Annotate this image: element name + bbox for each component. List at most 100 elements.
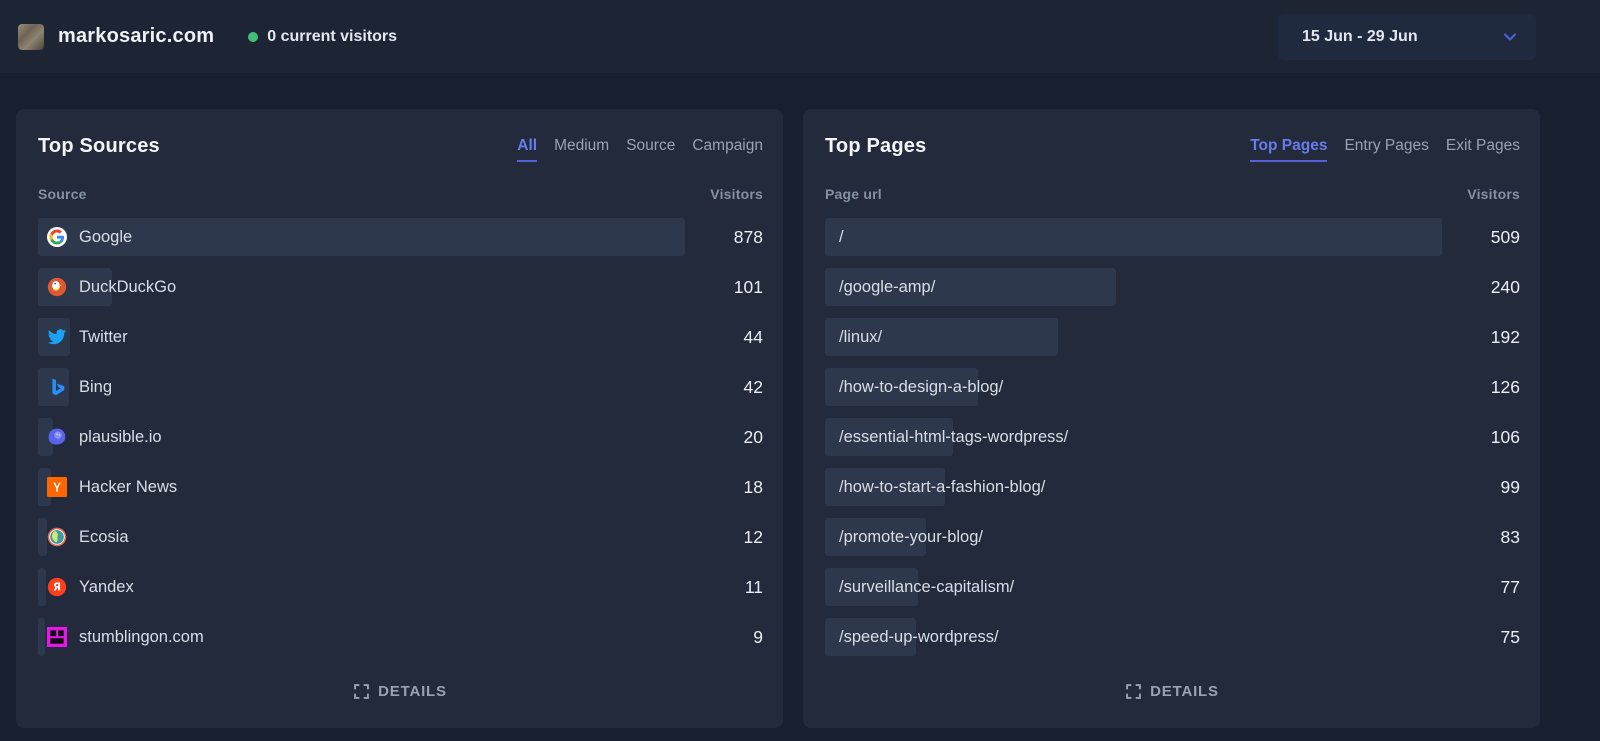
table-row[interactable]: Bing 42	[38, 368, 763, 406]
table-row[interactable]: /speed-up-wordpress/75	[825, 618, 1520, 656]
row-value: 75	[1456, 627, 1520, 648]
google-favicon	[47, 227, 67, 247]
row-bar-area: /promote-your-blog/	[825, 518, 1442, 556]
tab-entry-pages[interactable]: Entry Pages	[1344, 137, 1428, 162]
table-row[interactable]: /509	[825, 218, 1520, 256]
row-bar-area: /essential-html-tags-wordpress/	[825, 418, 1442, 456]
row-value: 11	[699, 577, 763, 598]
table-row[interactable]: plausible.io 20	[38, 418, 763, 456]
row-value: 126	[1456, 377, 1520, 398]
pages-details-button[interactable]: DETAILS	[825, 673, 1520, 712]
table-row[interactable]: /linux/192	[825, 318, 1520, 356]
row-label: /how-to-design-a-blog/	[839, 378, 1003, 397]
table-row[interactable]: /how-to-design-a-blog/126	[825, 368, 1520, 406]
table-row[interactable]: Я Yandex 11	[38, 568, 763, 606]
table-row[interactable]: Google 878	[38, 218, 763, 256]
date-range-picker[interactable]: 15 Jun - 29 Jun	[1278, 14, 1536, 60]
top-sources-title: Top Sources	[38, 135, 160, 158]
row-value: 878	[699, 227, 763, 248]
row-value: 77	[1456, 577, 1520, 598]
chevron-down-icon	[1500, 27, 1520, 47]
top-bar: markosaric.com 0 current visitors 15 Jun…	[0, 0, 1600, 73]
table-row[interactable]: /how-to-start-a-fashion-blog/99	[825, 468, 1520, 506]
table-row[interactable]: Ecosia 12	[38, 518, 763, 556]
tab-medium[interactable]: Medium	[554, 137, 609, 162]
row-label: Ecosia	[79, 528, 129, 547]
row-label: /speed-up-wordpress/	[839, 628, 999, 647]
row-label: stumblingon.com	[79, 628, 204, 647]
site-favicon	[18, 24, 44, 50]
row-label: DuckDuckGo	[79, 278, 176, 297]
tab-all[interactable]: All	[517, 137, 537, 162]
row-bar-area: Twitter	[38, 318, 685, 356]
row-bar-area: /surveillance-capitalism/	[825, 568, 1442, 606]
row-bar-area: Ecosia	[38, 518, 685, 556]
row-bar-area: plausible.io	[38, 418, 685, 456]
current-visitors[interactable]: 0 current visitors	[248, 28, 397, 46]
expand-icon	[354, 684, 369, 699]
row-value: 12	[699, 527, 763, 548]
ecosia-favicon	[47, 527, 67, 547]
row-bar-area: stumblingon.com	[38, 618, 685, 656]
row-bar-area: /	[825, 218, 1442, 256]
top-pages-panel: Top Pages Top PagesEntry PagesExit Pages…	[803, 109, 1540, 728]
row-label: /essential-html-tags-wordpress/	[839, 428, 1068, 447]
row-value: 42	[699, 377, 763, 398]
svg-text:Я: Я	[53, 582, 61, 594]
table-row[interactable]: /promote-your-blog/83	[825, 518, 1520, 556]
row-label: /surveillance-capitalism/	[839, 578, 1014, 597]
current-visitors-label: 0 current visitors	[267, 28, 397, 46]
stumblingon-favicon	[47, 627, 67, 647]
row-bar-area: DuckDuckGo	[38, 268, 685, 306]
row-label: /	[839, 228, 844, 247]
row-value: 99	[1456, 477, 1520, 498]
dashboard-content: Top Sources AllMediumSourceCampaign Sour…	[0, 73, 1600, 728]
row-label: Google	[79, 228, 132, 247]
table-row[interactable]: Twitter44	[38, 318, 763, 356]
yandex-favicon: Я	[47, 577, 67, 597]
row-bar-area: /speed-up-wordpress/	[825, 618, 1442, 656]
plausible-favicon	[47, 427, 67, 447]
table-row[interactable]: /essential-html-tags-wordpress/106	[825, 418, 1520, 456]
row-label: /how-to-start-a-fashion-blog/	[839, 478, 1045, 497]
column-header-page-url: Page url	[825, 186, 882, 202]
row-label: Twitter	[79, 328, 128, 347]
twitter-favicon	[47, 327, 67, 347]
row-value: 240	[1456, 277, 1520, 298]
site-name: markosaric.com	[58, 25, 214, 48]
row-value: 9	[699, 627, 763, 648]
details-label: DETAILS	[1150, 683, 1219, 700]
row-bar-area: Я Yandex	[38, 568, 685, 606]
tab-source[interactable]: Source	[626, 137, 675, 162]
row-value: 106	[1456, 427, 1520, 448]
top-sources-list: Google 878 DuckDuckGo101 Twitter44 Bing 42 pla…	[38, 218, 763, 668]
column-header-visitors: Visitors	[1467, 186, 1520, 202]
expand-icon	[1126, 684, 1141, 699]
row-value: 192	[1456, 327, 1520, 348]
table-row[interactable]: /surveillance-capitalism/77	[825, 568, 1520, 606]
tab-top-pages[interactable]: Top Pages	[1250, 137, 1327, 162]
row-label: /google-amp/	[839, 278, 935, 297]
row-bar-area: Bing	[38, 368, 685, 406]
table-row[interactable]: Hacker News 18	[38, 468, 763, 506]
top-pages-list: /509/google-amp/240/linux/192/how-to-des…	[825, 218, 1520, 668]
tab-exit-pages[interactable]: Exit Pages	[1446, 137, 1520, 162]
row-label: Yandex	[79, 578, 134, 597]
table-row[interactable]: /google-amp/240	[825, 268, 1520, 306]
table-row[interactable]: DuckDuckGo101	[38, 268, 763, 306]
sources-details-button[interactable]: DETAILS	[38, 673, 763, 712]
table-row[interactable]: stumblingon.com 9	[38, 618, 763, 656]
duckduckgo-favicon	[47, 277, 67, 297]
row-label: /linux/	[839, 328, 882, 347]
details-label: DETAILS	[378, 683, 447, 700]
row-bar-area: /google-amp/	[825, 268, 1442, 306]
bing-favicon	[47, 377, 67, 397]
row-label: plausible.io	[79, 428, 162, 447]
row-value: 18	[699, 477, 763, 498]
row-bar-area: /linux/	[825, 318, 1442, 356]
row-value: 20	[699, 427, 763, 448]
tab-campaign[interactable]: Campaign	[692, 137, 763, 162]
row-label: Hacker News	[79, 478, 177, 497]
row-bar-area: /how-to-start-a-fashion-blog/	[825, 468, 1442, 506]
row-bar-area: Hacker News	[38, 468, 685, 506]
